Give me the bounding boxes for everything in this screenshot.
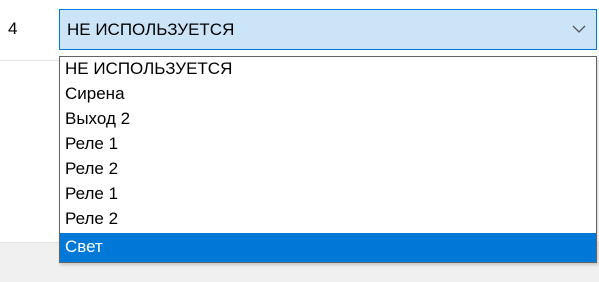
combobox-dropdown-list[interactable]: НЕ ИСПОЛЬЗУЕТСЯ Сирена Выход 2 Реле 1 Ре… xyxy=(59,56,597,263)
dropdown-option-relay-2-second[interactable]: Реле 2 xyxy=(60,207,596,231)
dropdown-option-not-used[interactable]: НЕ ИСПОЛЬЗУЕТСЯ xyxy=(60,57,596,81)
row-number-label: 4 xyxy=(8,19,18,38)
dropdown-option-light[interactable]: Свет xyxy=(60,233,596,262)
row-separator xyxy=(0,60,60,61)
dropdown-option-relay-2[interactable]: Реле 2 xyxy=(60,157,596,181)
dropdown-option-output-2[interactable]: Выход 2 xyxy=(60,107,596,131)
output-mode-combobox[interactable]: НЕ ИСПОЛЬЗУЕТСЯ xyxy=(59,9,597,50)
dropdown-option-siren[interactable]: Сирена xyxy=(60,82,596,106)
chevron-down-icon[interactable] xyxy=(572,24,586,34)
form-area: 4 НЕ ИСПОЛЬЗУЕТСЯ НЕ ИСПОЛЬЗУЕТСЯ Сирена… xyxy=(0,0,599,282)
combobox-selected-value: НЕ ИСПОЛЬЗУЕТСЯ xyxy=(67,20,235,39)
dropdown-option-relay-1[interactable]: Реле 1 xyxy=(60,132,596,156)
dropdown-option-relay-1-second[interactable]: Реле 1 xyxy=(60,182,596,206)
